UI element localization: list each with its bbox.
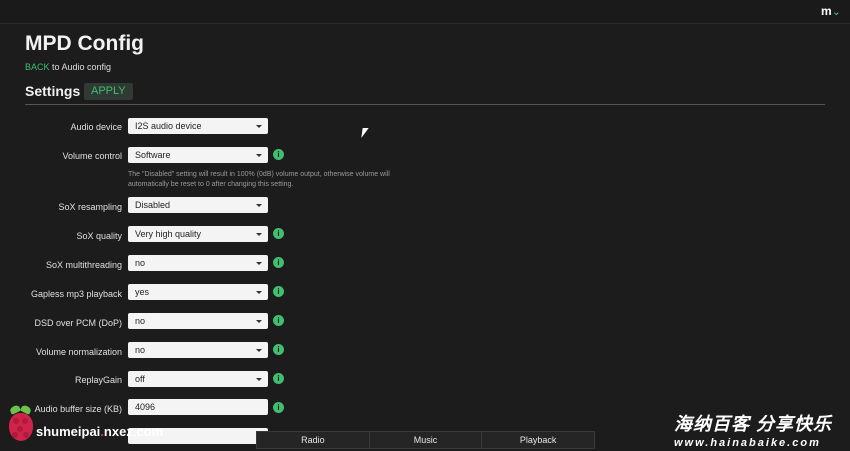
info-icon[interactable]: i bbox=[273, 257, 284, 268]
watermark-hainabaike: 海纳百客 分享快乐 www.hainabaike.com bbox=[674, 410, 844, 450]
volume-normalization-label: Volume normalization bbox=[35, 347, 122, 357]
replaygain-label: ReplayGain bbox=[74, 375, 122, 385]
sox-quality-value: Very high quality bbox=[135, 229, 202, 239]
dsd-over-pcm-value: no bbox=[135, 316, 146, 326]
raspberry-seed bbox=[23, 432, 29, 438]
raspberry-seed bbox=[13, 418, 19, 424]
page-title: MPD Config bbox=[25, 32, 144, 55]
raspberry-seed bbox=[12, 432, 18, 438]
volume-control-select[interactable]: Software bbox=[128, 147, 268, 163]
watermark-name: shumeipai bbox=[36, 424, 101, 439]
apply-button[interactable]: APPLY bbox=[84, 83, 133, 100]
volume-control-help: The "Disabled" setting will result in 10… bbox=[128, 171, 390, 188]
volume-control-value: Software bbox=[135, 150, 171, 160]
caret-down-icon bbox=[256, 125, 262, 128]
audio-device-value: I2S audio device bbox=[135, 121, 202, 131]
caret-down-icon bbox=[256, 291, 262, 294]
tab-radio[interactable]: Radio bbox=[257, 432, 370, 448]
caret-down-icon bbox=[256, 204, 262, 207]
caret-down-icon bbox=[256, 233, 262, 236]
bottom-navigation: Radio Music Playback bbox=[256, 431, 595, 449]
raspberry-body bbox=[9, 413, 33, 441]
sox-resampling-value: Disabled bbox=[135, 200, 171, 210]
caret-down-icon bbox=[256, 262, 262, 265]
watermark-chinese: 海纳百客 分享快乐 bbox=[674, 414, 833, 434]
info-icon[interactable]: i bbox=[273, 315, 284, 326]
sox-multithreading-value: no bbox=[135, 258, 146, 268]
chevron-down-icon: ⌄ bbox=[832, 7, 840, 18]
replaygain-select[interactable]: off bbox=[128, 371, 268, 387]
sox-quality-label: SoX quality bbox=[76, 231, 122, 241]
gapless-mp3-label: Gapless mp3 playback bbox=[30, 289, 122, 299]
raspberry-icon bbox=[6, 404, 36, 444]
section-title: Settings bbox=[25, 83, 81, 99]
info-icon[interactable]: i bbox=[273, 228, 284, 239]
volume-control-label: Volume control bbox=[62, 151, 122, 161]
section-divider bbox=[25, 104, 825, 105]
gapless-mp3-value: yes bbox=[135, 287, 150, 297]
info-icon[interactable]: i bbox=[273, 402, 284, 413]
watermark-url: www.hainabaike.com bbox=[674, 437, 821, 449]
caret-down-icon bbox=[256, 378, 262, 381]
info-icon[interactable]: i bbox=[273, 149, 284, 160]
main-menu-button[interactable]: m⌄ bbox=[820, 4, 841, 18]
sox-multithreading-label: SoX multithreading bbox=[45, 260, 122, 270]
raspberry-seed bbox=[17, 426, 23, 432]
watermark-text: shumeipai.nxez.com bbox=[36, 424, 163, 439]
tab-music[interactable]: Music bbox=[370, 432, 483, 448]
audio-device-select[interactable]: I2S audio device bbox=[128, 118, 268, 134]
menu-logo: m bbox=[820, 4, 832, 18]
audio-device-label: Audio device bbox=[70, 122, 122, 132]
dsd-over-pcm-label: DSD over PCM (DoP) bbox=[34, 318, 122, 328]
dsd-over-pcm-select[interactable]: no bbox=[128, 313, 268, 329]
watermark-shumeipai: shumeipai.nxez.com bbox=[6, 404, 186, 448]
sox-multithreading-select[interactable]: no bbox=[128, 255, 268, 271]
sox-resampling-label: SoX resampling bbox=[58, 202, 122, 212]
caret-down-icon bbox=[256, 154, 262, 157]
info-icon[interactable]: i bbox=[273, 373, 284, 384]
raspberry-seed bbox=[22, 418, 28, 424]
top-bar: m⌄ bbox=[0, 0, 850, 24]
sox-quality-select[interactable]: Very high quality bbox=[128, 226, 268, 242]
info-icon[interactable]: i bbox=[273, 344, 284, 355]
sox-resampling-select[interactable]: Disabled bbox=[128, 197, 268, 213]
back-link[interactable]: BACK bbox=[25, 62, 50, 72]
volume-normalization-value: no bbox=[135, 345, 146, 355]
gapless-mp3-select[interactable]: yes bbox=[128, 284, 268, 300]
caret-down-icon bbox=[256, 349, 262, 352]
replaygain-value: off bbox=[135, 374, 145, 384]
info-icon[interactable]: i bbox=[273, 286, 284, 297]
volume-normalization-select[interactable]: no bbox=[128, 342, 268, 358]
caret-down-icon bbox=[256, 320, 262, 323]
breadcrumb: BACK to Audio config bbox=[25, 62, 111, 72]
mouse-cursor-icon bbox=[361, 128, 369, 138]
tab-playback[interactable]: Playback bbox=[482, 432, 594, 448]
watermark-domain: nxez.com bbox=[103, 424, 164, 439]
back-text: to Audio config bbox=[49, 62, 112, 72]
